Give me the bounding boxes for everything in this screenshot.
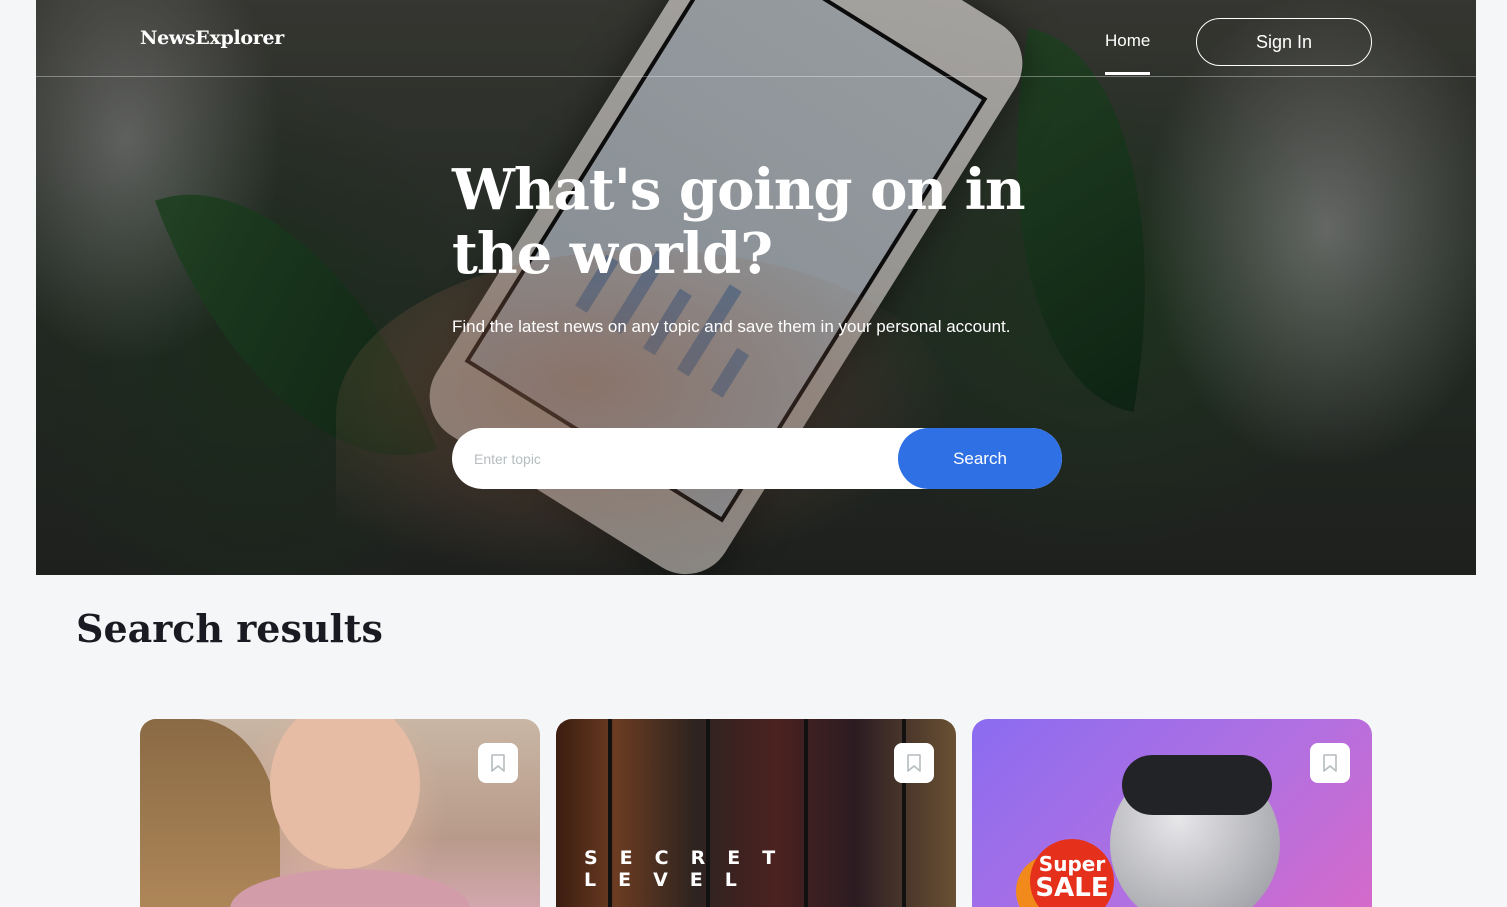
search-button[interactable]: Search [898, 428, 1062, 489]
search-form: Search [452, 428, 1062, 489]
bookmark-icon [907, 754, 921, 772]
bookmark-button[interactable] [894, 743, 934, 783]
sale-badge-line1: Super [1038, 852, 1106, 876]
portrait-photo [140, 719, 280, 907]
bookmark-icon [491, 754, 505, 772]
search-input[interactable] [474, 428, 894, 489]
hero-subtitle: Find the latest news on any topic and sa… [452, 317, 1011, 336]
bookmark-icon [1323, 754, 1337, 772]
news-card[interactable]: Super SALE [972, 719, 1372, 907]
hero-title: What's going on in the world? [452, 157, 1026, 287]
sign-in-button[interactable]: Sign In [1196, 18, 1372, 66]
news-card[interactable] [140, 719, 540, 907]
bookmark-button[interactable] [478, 743, 518, 783]
nav-home-link[interactable]: Home [1105, 31, 1151, 75]
sale-badge: Super SALE [1030, 839, 1114, 907]
poster-title: SECRET LEVEL [584, 847, 798, 891]
earbuds-lid [1122, 755, 1272, 815]
bookmark-button[interactable] [1310, 743, 1350, 783]
site-header: NewsExplorer Home Sign In [36, 0, 1476, 77]
site-logo[interactable]: NewsExplorer [140, 27, 284, 49]
sale-badge-line2: SALE [1035, 873, 1109, 903]
results-title: Search results [76, 606, 383, 651]
news-card[interactable]: SECRET LEVEL [556, 719, 956, 907]
hero-banner: NewsExplorer Home Sign In What's going o… [36, 0, 1476, 575]
portrait-face [270, 719, 420, 869]
